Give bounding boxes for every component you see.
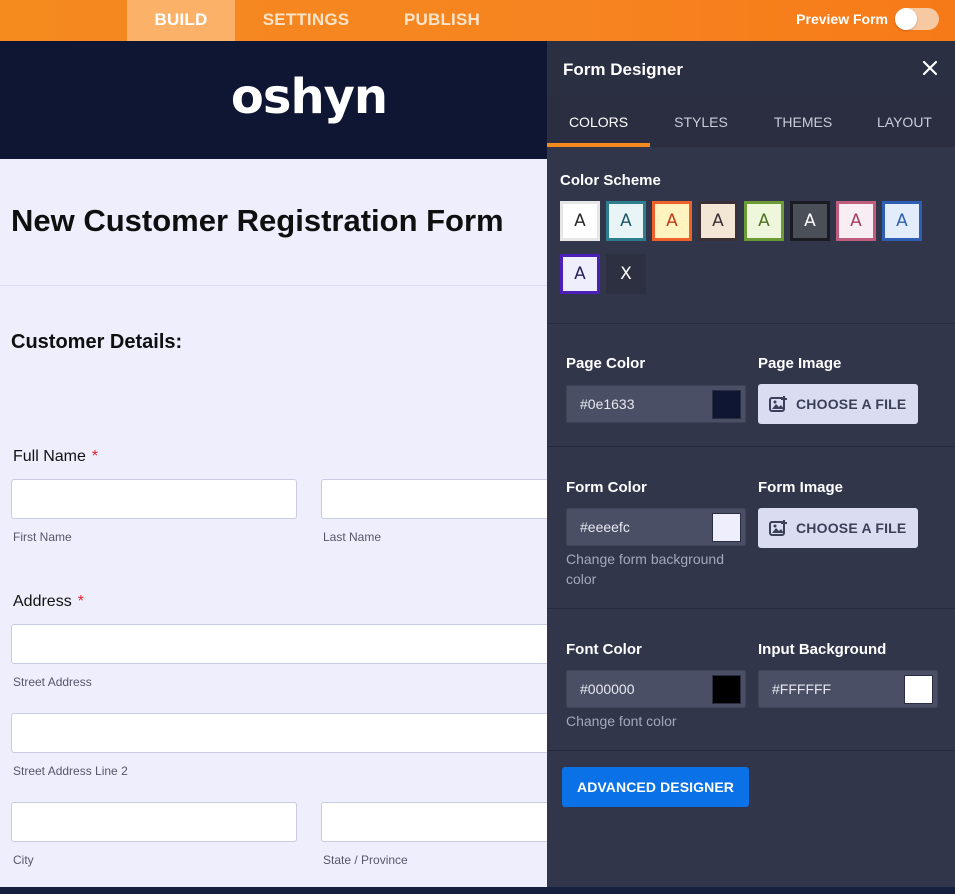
top-bar: BUILD SETTINGS PUBLISH Preview Form xyxy=(0,0,955,41)
panel-divider xyxy=(547,608,955,609)
color-scheme-swatch[interactable]: A xyxy=(560,201,600,241)
page-color-label: Page Color xyxy=(566,355,646,372)
page-color-value: #0e1633 xyxy=(580,396,635,412)
form-canvas: New Customer Registration Form Customer … xyxy=(0,159,547,894)
full-name-label-text: Full Name xyxy=(13,448,86,465)
page-color-chip[interactable] xyxy=(712,390,741,419)
street-address-line2-input[interactable] xyxy=(11,713,547,753)
color-scheme-swatch[interactable]: A xyxy=(698,201,738,241)
clear-color-scheme-swatch[interactable]: X xyxy=(606,254,646,294)
logo: oshyn xyxy=(230,69,388,125)
font-color-help: Change font color xyxy=(566,713,677,729)
required-marker: * xyxy=(91,448,99,465)
app-root: BUILD SETTINGS PUBLISH Preview Form oshy… xyxy=(0,0,955,894)
tab-colors[interactable]: COLORS xyxy=(547,97,650,147)
designer-header: Form Designer xyxy=(547,41,955,97)
form-image-button-label: CHOOSE A FILE xyxy=(796,520,907,536)
state-sublabel: State / Province xyxy=(323,853,408,867)
input-background-chip[interactable] xyxy=(904,675,933,704)
street-address-line2-sublabel: Street Address Line 2 xyxy=(13,764,128,778)
color-scheme-label: Color Scheme xyxy=(560,172,661,189)
city-sublabel: City xyxy=(13,853,34,867)
full-name-label: Full Name * xyxy=(13,448,98,466)
first-name-sublabel: First Name xyxy=(13,530,72,544)
form-color-help: Change form background color xyxy=(566,551,724,587)
advanced-designer-button[interactable]: ADVANCED DESIGNER xyxy=(562,767,749,807)
color-scheme-swatch[interactable]: A xyxy=(744,201,784,241)
color-scheme-swatch[interactable]: A xyxy=(836,201,876,241)
page-color-input[interactable]: #0e1633 xyxy=(566,385,746,423)
page-image-choose-button[interactable]: CHOOSE A FILE xyxy=(758,384,918,424)
form-divider xyxy=(0,285,547,286)
tab-build[interactable]: BUILD xyxy=(127,0,235,41)
form-color-label: Form Color xyxy=(566,479,647,496)
form-color-input[interactable]: #eeeefc xyxy=(566,508,746,546)
page-image-button-label: CHOOSE A FILE xyxy=(796,396,907,412)
designer-tabs: COLORS STYLES THEMES LAYOUT xyxy=(547,97,955,147)
font-color-label: Font Color xyxy=(566,641,642,658)
input-background-input[interactable]: #FFFFFF xyxy=(758,670,938,708)
form-title[interactable]: New Customer Registration Form xyxy=(11,203,504,239)
panel-divider xyxy=(547,750,955,751)
street-address-sublabel: Street Address xyxy=(13,675,92,689)
color-scheme-swatch[interactable]: A xyxy=(560,254,600,294)
form-color-value: #eeeefc xyxy=(580,519,630,535)
color-scheme-swatch[interactable]: A xyxy=(790,201,830,241)
city-input[interactable] xyxy=(11,802,297,842)
tab-styles[interactable]: STYLES xyxy=(650,97,752,147)
color-scheme-swatch[interactable]: A xyxy=(606,201,646,241)
last-name-sublabel: Last Name xyxy=(323,530,382,544)
form-color-chip[interactable] xyxy=(712,513,741,542)
first-name-input[interactable] xyxy=(11,479,297,519)
street-address-input[interactable] xyxy=(11,624,547,664)
font-color-input[interactable]: #000000 xyxy=(566,670,746,708)
panel-divider xyxy=(547,446,955,447)
input-background-value: #FFFFFF xyxy=(772,681,832,697)
page-image-label: Page Image xyxy=(758,355,842,372)
preview-form-label: Preview Form xyxy=(796,11,888,27)
tab-themes[interactable]: THEMES xyxy=(752,97,854,147)
section-heading[interactable]: Customer Details: xyxy=(11,331,182,354)
color-scheme-swatch[interactable]: A xyxy=(882,201,922,241)
designer-title: Form Designer xyxy=(563,60,683,79)
close-icon[interactable] xyxy=(921,59,939,77)
font-color-value: #000000 xyxy=(580,681,635,697)
panel-divider xyxy=(547,323,955,324)
add-image-icon xyxy=(769,520,787,536)
required-marker: * xyxy=(77,593,84,610)
tab-settings[interactable]: SETTINGS xyxy=(244,0,368,41)
preview-form-toggle[interactable] xyxy=(895,8,939,30)
address-label-text: Address xyxy=(13,593,72,610)
color-scheme-swatch[interactable]: A xyxy=(652,201,692,241)
address-label: Address * xyxy=(13,593,84,611)
page-background-strip xyxy=(0,887,955,894)
form-designer-panel: Form Designer COLORS STYLES THEMES LAYOU… xyxy=(547,41,955,887)
font-color-chip[interactable] xyxy=(712,675,741,704)
form-image-choose-button[interactable]: CHOOSE A FILE xyxy=(758,508,918,548)
add-image-icon xyxy=(769,396,787,412)
last-name-input[interactable] xyxy=(321,479,547,519)
tab-publish[interactable]: PUBLISH xyxy=(384,0,500,41)
form-header: oshyn xyxy=(0,41,547,159)
form-image-label: Form Image xyxy=(758,479,844,496)
toggle-knob xyxy=(895,8,917,30)
input-background-label: Input Background xyxy=(758,641,887,658)
tab-layout[interactable]: LAYOUT xyxy=(854,97,955,147)
state-input[interactable] xyxy=(321,802,547,842)
